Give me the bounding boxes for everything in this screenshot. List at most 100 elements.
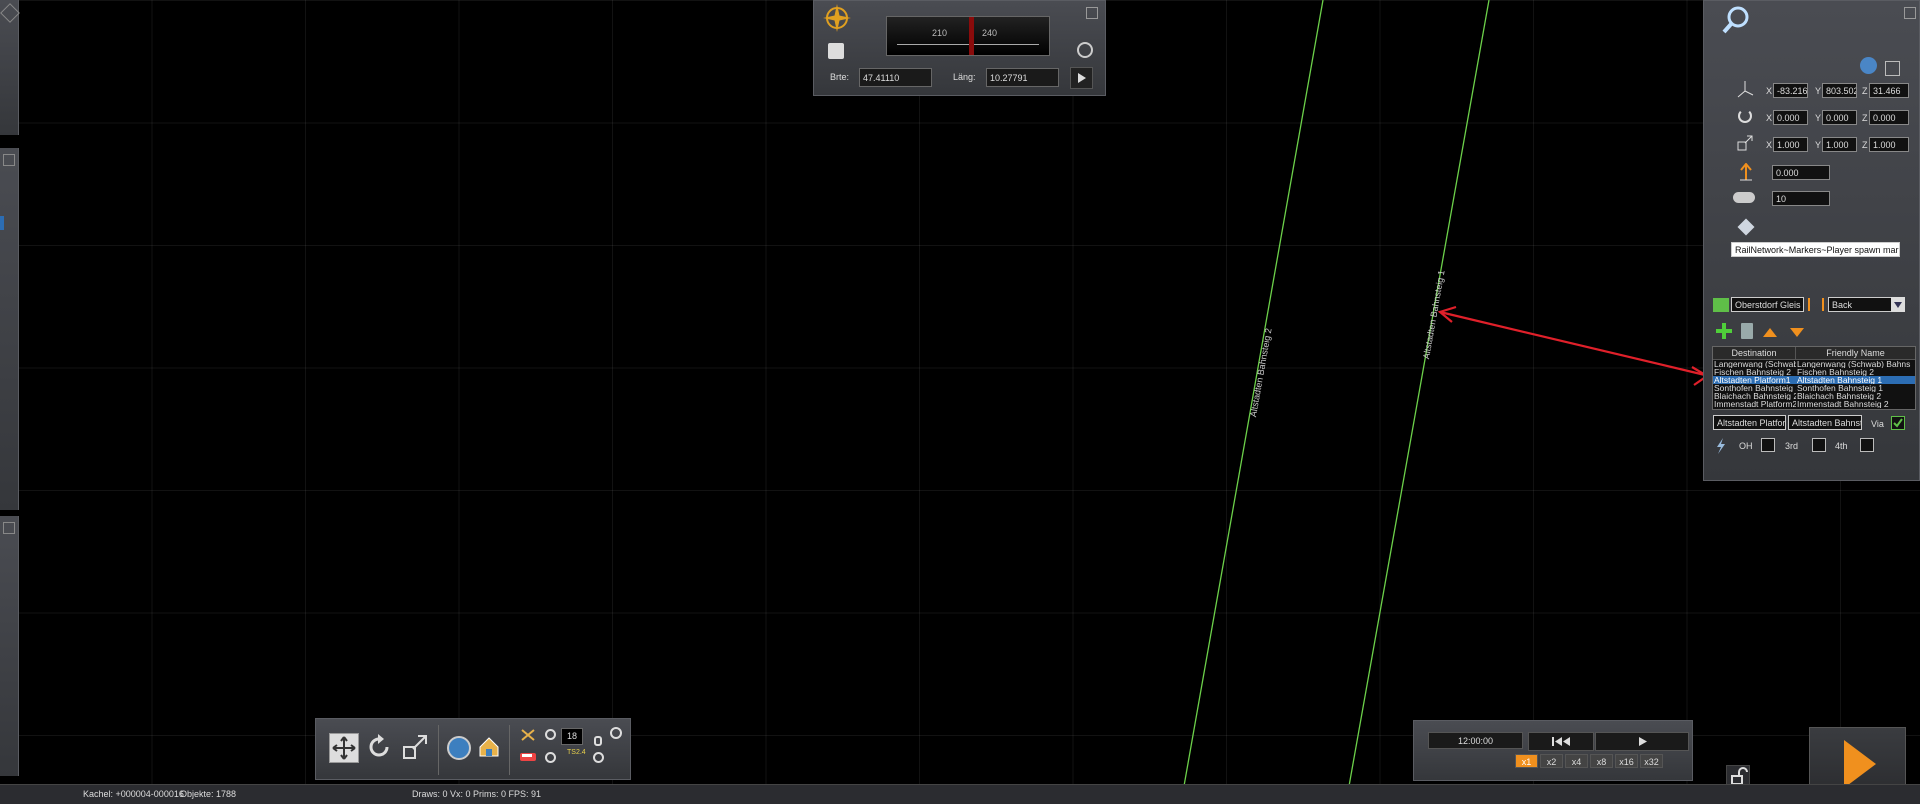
- table-row[interactable]: Blaichach Bahnsteig 2 Blaichach Bahnsteig…: [1713, 392, 1915, 400]
- house-icon[interactable]: [478, 736, 500, 758]
- pin-icon[interactable]: [1086, 7, 1098, 19]
- destination-cell[interactable]: Immenstadt Platform2: [1713, 400, 1796, 408]
- height-field[interactable]: 0.000: [1772, 165, 1830, 180]
- destination-cell[interactable]: Langenwang (Schwab): [1713, 360, 1796, 368]
- search-icon[interactable]: [1721, 5, 1751, 35]
- scale-x-field[interactable]: 1.000: [1773, 137, 1808, 152]
- friendly-name-cell[interactable]: Langenwang (Schwab) Bahns: [1796, 360, 1915, 368]
- destination-cell[interactable]: Sonthofen Bahnsteig 1: [1713, 384, 1796, 392]
- go-play-button[interactable]: [1070, 67, 1093, 89]
- bookmark-icon[interactable]: [828, 43, 844, 59]
- direction-flip-icon[interactable]: [1808, 298, 1824, 311]
- ring-toggle-icon-2[interactable]: [545, 752, 556, 763]
- longitude-field[interactable]: 10.27791: [986, 68, 1059, 87]
- destination-cell[interactable]: Blaichach Bahnsteig 2: [1713, 392, 1796, 400]
- speed-x16-button[interactable]: x16: [1615, 754, 1638, 768]
- rot-y-field[interactable]: 0.000: [1822, 110, 1857, 125]
- time-controls-panel: 12:00:00 x1 x2 x4 x8 x16 x32: [1413, 720, 1693, 781]
- station-field[interactable]: Oberstdorf Gleis 4: [1731, 297, 1804, 312]
- friendly-name-cell[interactable]: Sonthofen Bahnsteig 1: [1796, 384, 1915, 392]
- lock-icon[interactable]: [594, 736, 602, 746]
- play-button[interactable]: [1595, 732, 1689, 751]
- third-rail-checkbox[interactable]: [1812, 438, 1826, 452]
- pin-icon[interactable]: [1904, 7, 1916, 19]
- left-panel-middle[interactable]: [0, 148, 19, 510]
- clock-display[interactable]: 12:00:00: [1428, 732, 1523, 749]
- rotate-icon[interactable]: [365, 733, 393, 761]
- table-row[interactable]: Sonthofen Bahnsteig 1 Sonthofen Bahnsteig…: [1713, 384, 1915, 392]
- table-row[interactable]: Immenstadt Platform2 Immenstadt Bahnsteig…: [1713, 400, 1915, 408]
- speed-x4-button[interactable]: x4: [1565, 754, 1588, 768]
- pin-icon[interactable]: [3, 522, 15, 534]
- scale-x-label: X: [1766, 140, 1773, 150]
- column-destination-header[interactable]: Destination: [1713, 347, 1796, 359]
- track-tool-icon[interactable]: [520, 728, 536, 742]
- move-up-button[interactable]: [1763, 328, 1777, 337]
- camera-icon[interactable]: [1077, 42, 1093, 58]
- friendly-name-cell[interactable]: Immenstadt Bahnsteig 2: [1796, 400, 1915, 408]
- table-row[interactable]: Altstadten Platform1 Altstadten Bahnsteig…: [1713, 376, 1915, 384]
- chevron-down-icon[interactable]: [1891, 297, 1905, 312]
- destination-table[interactable]: Destination Friendly Name Langenwang (Sc…: [1712, 346, 1916, 410]
- destination-rows[interactable]: Langenwang (Schwab) Langenwang (Schwab) B…: [1713, 360, 1915, 408]
- compass-tick-240: 240: [982, 28, 998, 38]
- target-icon[interactable]: [610, 727, 622, 739]
- track-overlay: [1180, 0, 1710, 803]
- toggle-view-icon[interactable]: [1885, 61, 1900, 76]
- destination-cell[interactable]: Altstadten Platform1: [1713, 376, 1796, 384]
- pos-z-label: Z: [1862, 86, 1868, 96]
- train-icon[interactable]: [519, 750, 537, 764]
- pos-y-field[interactable]: 803.502: [1822, 83, 1857, 98]
- column-friendly-name-header[interactable]: Friendly Name: [1796, 347, 1915, 359]
- destination-header[interactable]: Destination Friendly Name: [1713, 347, 1915, 360]
- add-destination-button[interactable]: [1716, 323, 1732, 339]
- speed-x32-button[interactable]: x32: [1640, 754, 1663, 768]
- ring-toggle-icon[interactable]: [545, 729, 556, 740]
- rewind-button[interactable]: [1528, 732, 1594, 751]
- rot-x-field[interactable]: 0.000: [1773, 110, 1808, 125]
- compass-needle: [969, 17, 974, 55]
- move-down-button[interactable]: [1790, 328, 1804, 337]
- friendly-name-cell[interactable]: Fischen Bahnsteig 2: [1796, 368, 1915, 376]
- friendly-name-cell[interactable]: Altstadten Bahnsteig 1: [1796, 376, 1915, 384]
- direction-select[interactable]: Back: [1828, 297, 1896, 312]
- left-panel-top[interactable]: [0, 0, 20, 135]
- scale-y-field[interactable]: 1.000: [1822, 137, 1857, 152]
- speed-x2-button[interactable]: x2: [1540, 754, 1563, 768]
- fit-view-icon[interactable]: [329, 733, 359, 763]
- track-platform-1[interactable]: [1345, 0, 1490, 803]
- world-view-icon[interactable]: [447, 736, 471, 760]
- friendly-name-cell[interactable]: Blaichach Bahnsteig 2: [1796, 392, 1915, 400]
- table-row[interactable]: Langenwang (Schwab) Langenwang (Schwab) B…: [1713, 360, 1915, 368]
- scale-z-field[interactable]: 1.000: [1869, 137, 1909, 152]
- pos-x-field[interactable]: -83.216: [1773, 83, 1808, 98]
- scale-tool-icon[interactable]: [401, 733, 429, 761]
- latitude-field[interactable]: 47.41110: [859, 68, 932, 87]
- left-panel-bottom[interactable]: [0, 516, 19, 776]
- globe-icon[interactable]: [1860, 57, 1877, 74]
- rot-z-field[interactable]: 0.000: [1869, 110, 1909, 125]
- render-stats: Draws: 0 Vx: 0 Prims: 0 FPS: 91: [412, 789, 542, 799]
- speed-x1-button[interactable]: x1: [1515, 754, 1538, 768]
- via-checkbox[interactable]: [1891, 416, 1905, 430]
- ring-toggle-icon-3[interactable]: [593, 752, 604, 763]
- fourth-rail-checkbox[interactable]: [1860, 438, 1874, 452]
- third-rail-label: 3rd: [1785, 441, 1799, 451]
- edit-friendly-name-field[interactable]: Altstadten Bahnsteig: [1788, 415, 1862, 430]
- destination-cell[interactable]: Fischen Bahnsteig 2: [1713, 368, 1796, 376]
- overhead-checkbox[interactable]: [1761, 438, 1775, 452]
- object-name-field[interactable]: RailNetwork~Markers~Player spawn marker: [1731, 242, 1900, 257]
- object-count: Objekte: 1788: [180, 789, 237, 799]
- speed-x8-button[interactable]: x8: [1590, 754, 1613, 768]
- count-field[interactable]: 10: [1772, 191, 1830, 206]
- edit-destination-field[interactable]: Altstadten Platform1: [1713, 415, 1786, 430]
- scale-y-label: Y: [1815, 140, 1822, 150]
- pin-icon[interactable]: [3, 154, 15, 166]
- compass-dial[interactable]: 210 240: [886, 16, 1050, 56]
- delete-destination-button[interactable]: [1741, 323, 1753, 339]
- toggle-icon: [1733, 192, 1755, 203]
- pin-icon[interactable]: [0, 3, 20, 23]
- compass-rose-icon[interactable]: [822, 3, 852, 33]
- table-row[interactable]: Fischen Bahnsteig 2 Fischen Bahnsteig 2: [1713, 368, 1915, 376]
- pos-z-field[interactable]: 31.466: [1869, 83, 1909, 98]
